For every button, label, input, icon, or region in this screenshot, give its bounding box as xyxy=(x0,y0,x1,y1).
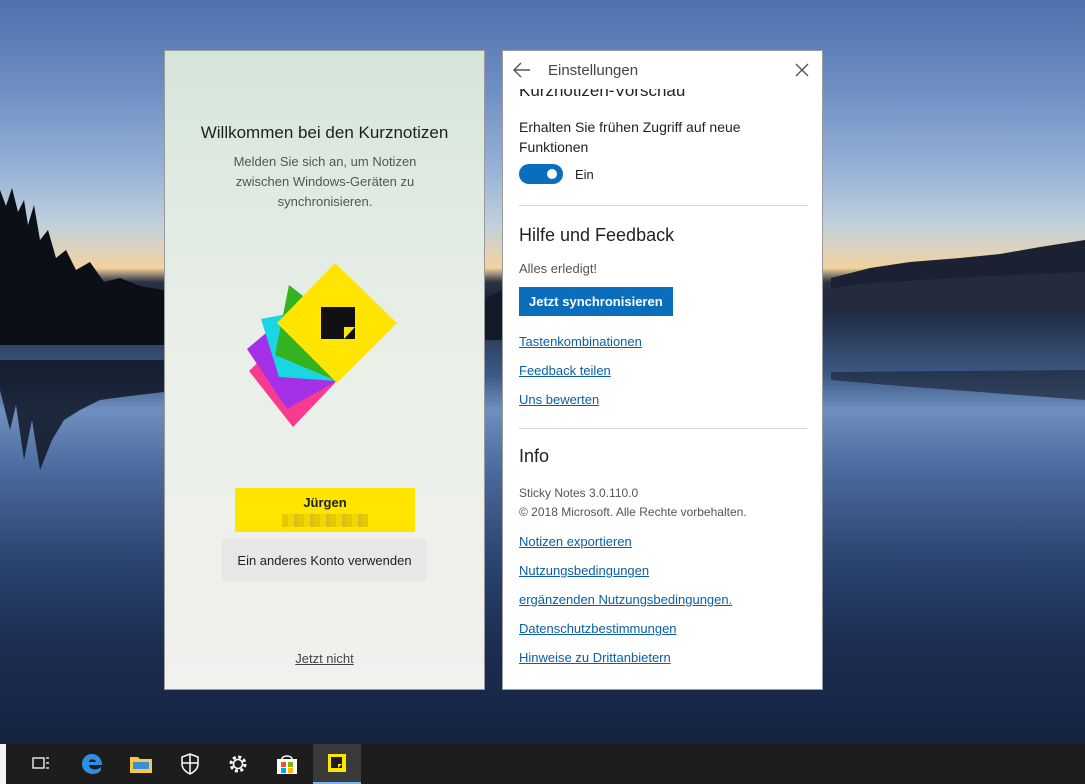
welcome-title: Willkommen bei den Kurznotizen xyxy=(200,123,449,142)
supplemental-terms-link[interactable]: ergänzenden Nutzungsbedingungen. xyxy=(519,592,809,607)
task-view-icon[interactable] xyxy=(17,744,65,784)
rate-us-link[interactable]: Uns bewerten xyxy=(519,392,809,407)
toggle-knob xyxy=(547,169,557,179)
security-icon[interactable] xyxy=(166,744,214,784)
other-account-button[interactable]: Ein anderes Konto verwenden xyxy=(222,539,427,581)
sticky-notes-logo-icon xyxy=(247,263,397,427)
preview-description: Erhalten Sie frühen Zugriff auf neue Fun… xyxy=(519,119,741,155)
version-text: Sticky Notes 3.0.110.0 xyxy=(519,486,639,500)
sticky-notes-icon[interactable] xyxy=(313,744,361,784)
taskbar xyxy=(0,744,1085,784)
toggle-state-label: Ein xyxy=(575,166,594,182)
keyboard-shortcuts-link[interactable]: Tastenkombinationen xyxy=(519,334,809,349)
edge-icon[interactable] xyxy=(68,744,116,784)
account-sign-in-button[interactable]: Jürgen xyxy=(235,488,415,532)
copyright-text: © 2018 Microsoft. Alle Rechte vorbehalte… xyxy=(519,505,747,519)
settings-window: Einstellungen Kurznotizen-Vorschau Erhal… xyxy=(502,50,823,690)
divider xyxy=(519,205,807,206)
terms-of-use-link[interactable]: Nutzungsbedingungen xyxy=(519,563,809,578)
sync-status: Alles erledigt! xyxy=(519,261,598,276)
share-feedback-link[interactable]: Feedback teilen xyxy=(519,363,809,378)
sticky-notes-welcome-window: Willkommen bei den Kurznotizen Melden Si… xyxy=(164,50,485,690)
privacy-statement-link[interactable]: Datenschutzbestimmungen xyxy=(519,621,809,636)
close-icon[interactable] xyxy=(794,62,810,78)
account-email-redacted xyxy=(282,514,368,527)
preview-toggle[interactable] xyxy=(519,164,563,184)
start-button-edge[interactable] xyxy=(0,744,6,784)
file-explorer-icon[interactable] xyxy=(117,744,165,784)
info-heading: Info xyxy=(519,446,550,466)
help-heading: Hilfe und Feedback xyxy=(519,225,675,245)
settings-content[interactable]: Kurznotizen-Vorschau Erhalten Sie frühen… xyxy=(519,81,809,665)
preview-toggle-row: Ein xyxy=(519,164,809,184)
account-name: Jürgen xyxy=(303,495,347,510)
settings-gear-icon[interactable] xyxy=(214,744,262,784)
export-notes-link[interactable]: Notizen exportieren xyxy=(519,534,809,549)
settings-titlebar: Einstellungen xyxy=(503,51,822,89)
divider xyxy=(519,428,807,429)
back-arrow-icon[interactable] xyxy=(513,62,531,78)
not-now-link[interactable]: Jetzt nicht xyxy=(165,651,484,666)
settings-title: Einstellungen xyxy=(548,62,639,79)
welcome-subtitle: Melden Sie sich an, um Notizen zwischen … xyxy=(233,154,417,209)
third-party-notices-link[interactable]: Hinweise zu Drittanbietern xyxy=(519,650,809,665)
sync-now-button[interactable]: Jetzt synchronisieren xyxy=(519,287,673,316)
store-icon[interactable] xyxy=(263,744,311,784)
version-info: Sticky Notes 3.0.110.0 © 2018 Microsoft.… xyxy=(519,484,809,522)
